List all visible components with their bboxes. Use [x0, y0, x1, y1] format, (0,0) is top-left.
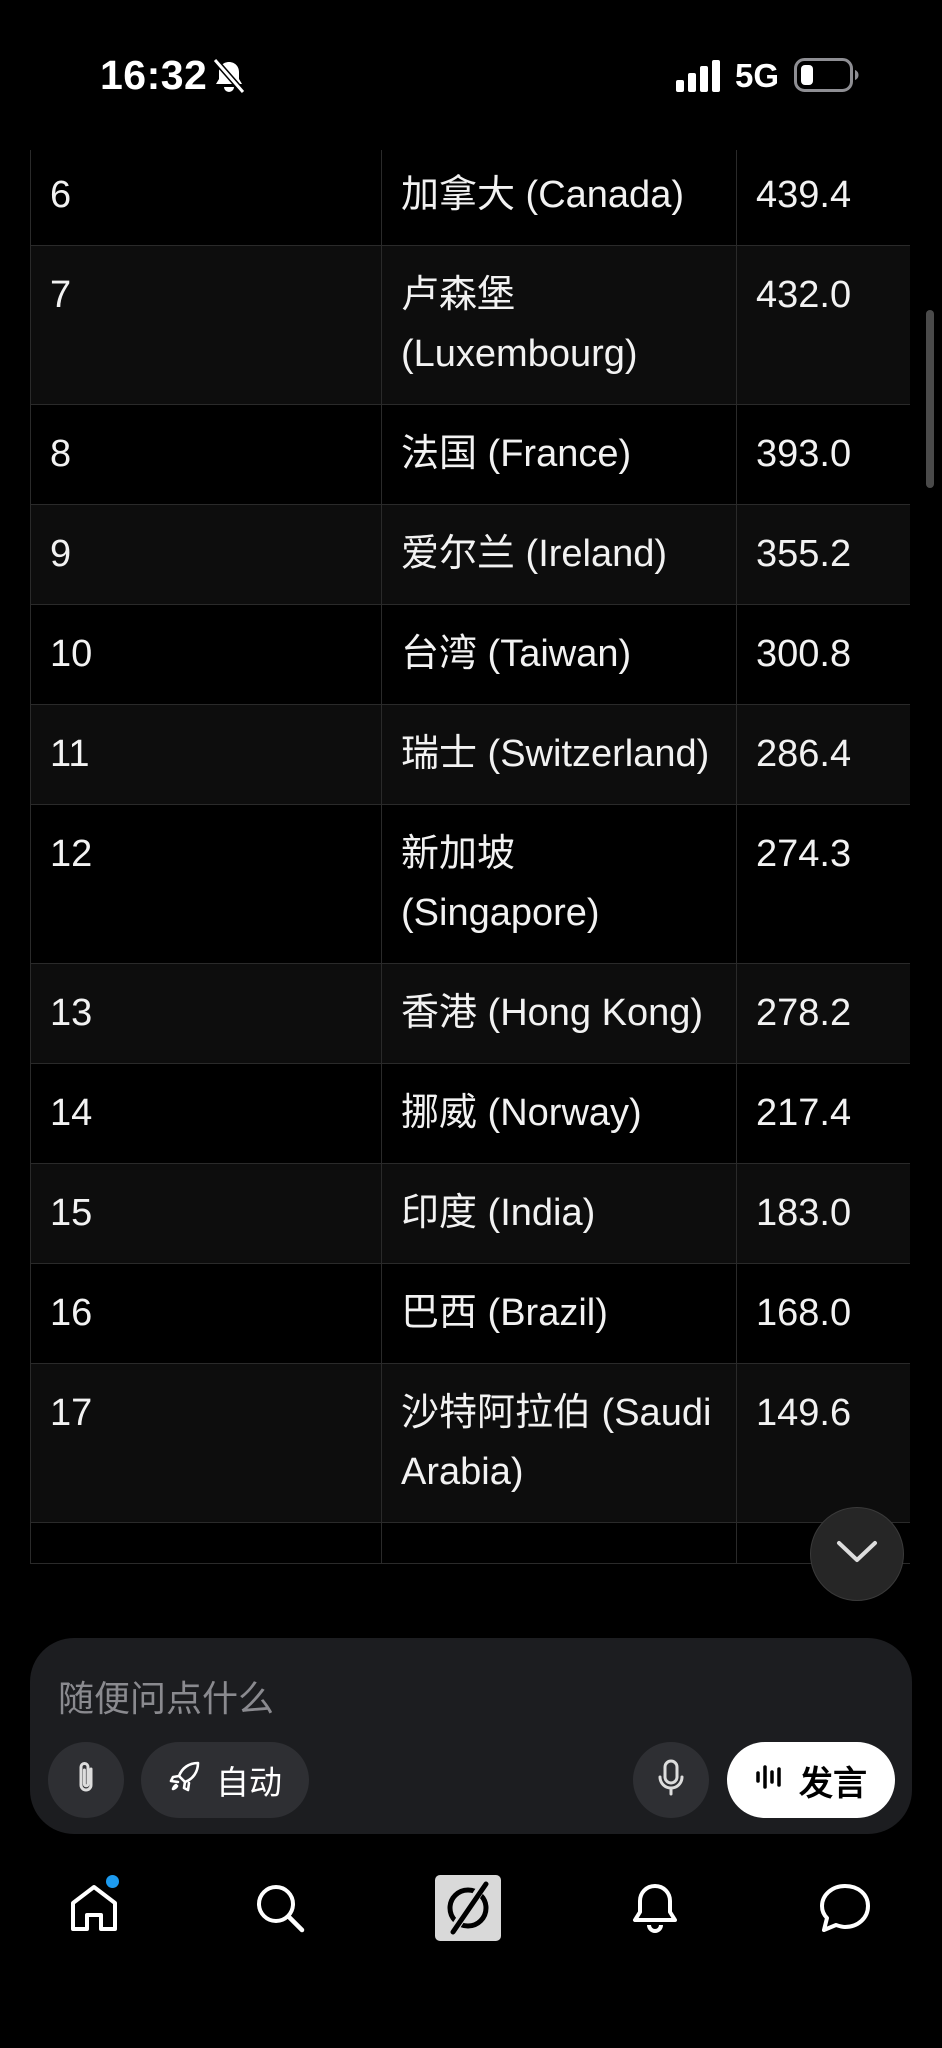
chevron-down-icon — [836, 1540, 878, 1569]
message-composer[interactable]: 随便问点什么 自动 发言 — [30, 1638, 912, 1834]
value-cell: 355.2 — [736, 504, 910, 605]
rank-cell: 7 — [30, 245, 382, 405]
rank-cell: 9 — [30, 504, 382, 605]
nav-search[interactable] — [230, 1860, 330, 1960]
value-cell: 217.4 — [736, 1063, 910, 1164]
table-row: 17 沙特阿拉伯 (Saudi Arabia) 149.6 — [30, 1363, 910, 1523]
attach-button[interactable] — [48, 1742, 124, 1818]
value-cell: 393.0 — [736, 404, 910, 505]
rocket-icon — [168, 1759, 202, 1801]
rank-cell: 13 — [30, 963, 382, 1064]
table-row: 6 加拿大 (Canada) 439.4 — [30, 145, 910, 246]
microphone-icon — [656, 1759, 686, 1802]
mode-selector-button[interactable]: 自动 — [141, 1742, 309, 1818]
nav-messages[interactable] — [795, 1860, 895, 1960]
value-cell: 274.3 — [736, 804, 910, 964]
country-cell: 香港 (Hong Kong) — [381, 963, 737, 1064]
country-cell: 沙特阿拉伯 (Saudi Arabia) — [381, 1363, 737, 1523]
country-cell: 爱尔兰 (Ireland) — [381, 504, 737, 605]
search-icon — [254, 1882, 306, 1939]
bell-icon — [631, 1882, 679, 1939]
table-row — [30, 1522, 910, 1564]
chat-icon — [818, 1882, 872, 1939]
battery-icon — [794, 58, 860, 97]
nav-home[interactable] — [44, 1860, 144, 1960]
voice-input-button[interactable] — [633, 1742, 709, 1818]
country-cell: 台湾 (Taiwan) — [381, 604, 737, 705]
rank-cell: 15 — [30, 1163, 382, 1264]
status-bar: 16:32 5G — [0, 0, 942, 150]
table-row: 7 卢森堡 (Luxembourg) 432.0 — [30, 245, 910, 405]
signal-icon — [676, 60, 722, 97]
waveform-icon — [755, 1761, 785, 1800]
notification-dot — [106, 1875, 119, 1888]
rank-cell: 10 — [30, 604, 382, 705]
table-row: 9 爱尔兰 (Ireland) 355.2 — [30, 504, 910, 605]
table-row: 14 挪威 (Norway) 217.4 — [30, 1063, 910, 1164]
country-cell: 印度 (India) — [381, 1163, 737, 1264]
rank-cell: 16 — [30, 1263, 382, 1364]
bell-muted-icon — [212, 58, 246, 101]
table-row: 15 印度 (India) 183.0 — [30, 1163, 910, 1264]
network-label: 5G — [735, 57, 780, 94]
rank-cell: 8 — [30, 404, 382, 505]
speak-label: 发言 — [799, 1764, 867, 1803]
table-row: 8 法国 (France) 393.0 — [30, 404, 910, 505]
rank-cell: 11 — [30, 704, 382, 805]
table-row: 10 台湾 (Taiwan) 300.8 — [30, 604, 910, 705]
table-row: 12 新加坡 (Singapore) 274.3 — [30, 804, 910, 964]
rank-cell: 12 — [30, 804, 382, 964]
rank-cell: 6 — [30, 145, 382, 246]
country-cell: 加拿大 (Canada) — [381, 145, 737, 246]
ranking-table: 6 加拿大 (Canada) 439.4 7 卢森堡 (Luxembourg) 432.0… — [30, 145, 910, 1564]
paperclip-icon — [72, 1759, 100, 1802]
rank-cell: 17 — [30, 1363, 382, 1523]
bottom-navigation — [0, 1860, 942, 1980]
value-cell: 168.0 — [736, 1263, 910, 1364]
ranking-table-container[interactable]: 6 加拿大 (Canada) 439.4 7 卢森堡 (Luxembourg) 432.0… — [30, 145, 910, 1620]
grok-icon — [434, 1874, 502, 1947]
value-cell: 432.0 — [736, 245, 910, 405]
country-cell: 卢森堡 (Luxembourg) — [381, 245, 737, 405]
home-icon — [68, 1883, 120, 1938]
scroll-down-button[interactable] — [810, 1507, 904, 1601]
table-row: 11 瑞士 (Switzerland) 286.4 — [30, 704, 910, 805]
value-cell: 149.6 — [736, 1363, 910, 1523]
table-row: 16 巴西 (Brazil) 168.0 — [30, 1263, 910, 1364]
value-cell: 286.4 — [736, 704, 910, 805]
value-cell: 183.0 — [736, 1163, 910, 1264]
mode-label: 自动 — [216, 1764, 282, 1801]
country-cell: 瑞士 (Switzerland) — [381, 704, 737, 805]
scrollbar-thumb[interactable] — [926, 310, 934, 488]
rank-cell: 14 — [30, 1063, 382, 1164]
value-cell: 439.4 — [736, 145, 910, 246]
country-cell — [381, 1522, 737, 1564]
country-cell: 挪威 (Norway) — [381, 1063, 737, 1164]
table-row: 13 香港 (Hong Kong) 278.2 — [30, 963, 910, 1064]
nav-notifications[interactable] — [605, 1860, 705, 1960]
value-cell: 278.2 — [736, 963, 910, 1064]
message-input[interactable]: 随便问点什么 — [58, 1670, 274, 1722]
speak-button[interactable]: 发言 — [727, 1742, 895, 1818]
value-cell: 300.8 — [736, 604, 910, 705]
country-cell: 巴西 (Brazil) — [381, 1263, 737, 1364]
status-time: 16:32 — [100, 52, 208, 98]
country-cell: 法国 (France) — [381, 404, 737, 505]
rank-cell — [30, 1522, 382, 1564]
nav-grok[interactable] — [418, 1860, 518, 1960]
country-cell: 新加坡 (Singapore) — [381, 804, 737, 964]
